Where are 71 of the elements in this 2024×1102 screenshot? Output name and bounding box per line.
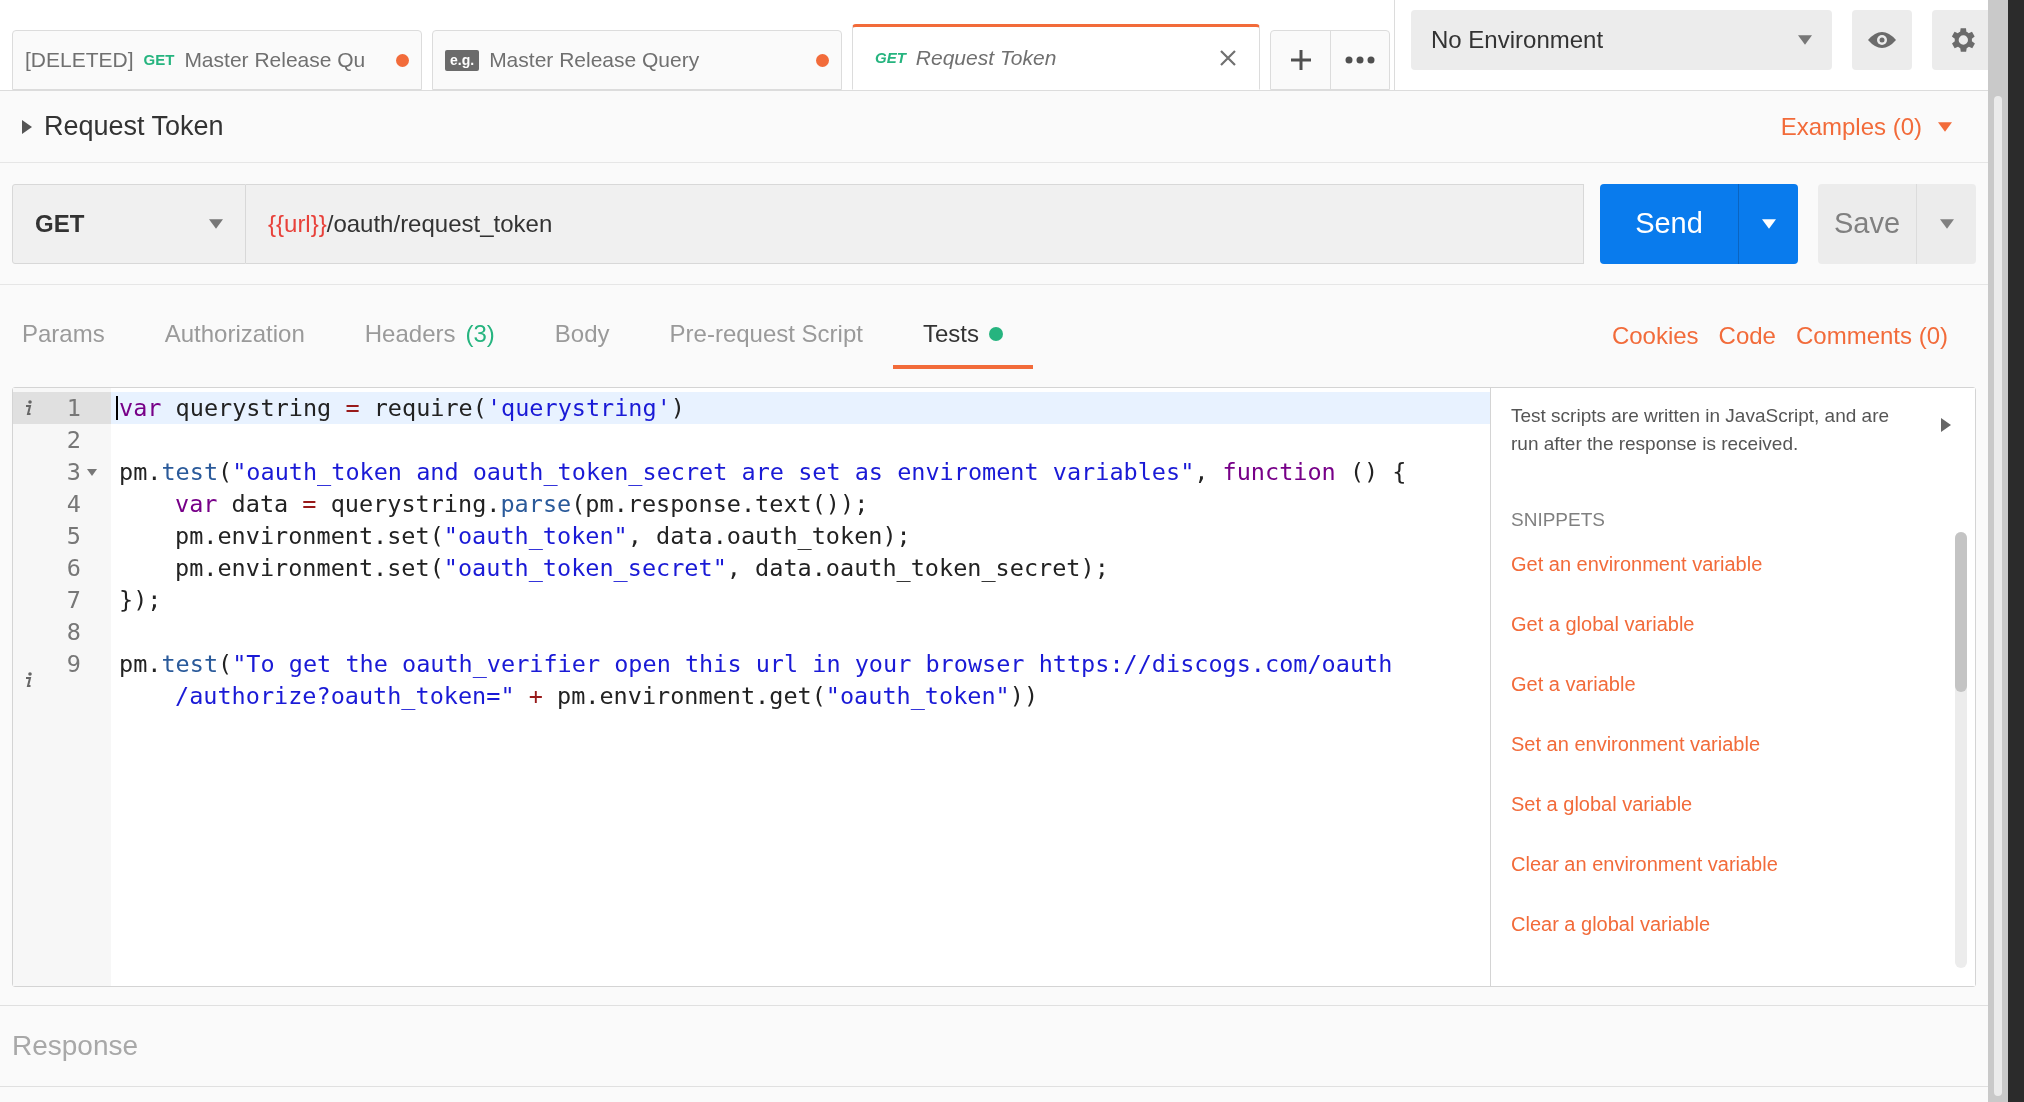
method-label: GET <box>143 49 175 70</box>
line-number: 3 <box>65 457 81 488</box>
collapse-icon[interactable] <box>1941 418 1951 432</box>
line-number: 4 <box>65 489 81 520</box>
fold-icon[interactable] <box>87 468 97 476</box>
more-icon <box>1345 56 1375 64</box>
section-tab[interactable]: Pre-request Script <box>639 303 893 369</box>
page-scrollbar[interactable] <box>1988 0 2008 1102</box>
code-line: var data = querystring.parse(pm.response.text()); <box>175 490 869 518</box>
snippet-link[interactable]: Set a global variable <box>1511 788 1955 849</box>
code-line: var querystring = require('querystring') <box>119 394 685 422</box>
section-tab[interactable]: Body <box>524 303 640 369</box>
snippet-link[interactable]: Set an environment variable <box>1511 728 1955 789</box>
caret-icon <box>1939 218 1954 229</box>
line-number: 9 <box>65 649 81 680</box>
request-link[interactable]: Comments (0) <box>1795 318 1948 354</box>
environment-dropdown[interactable]: No Environment <box>1411 10 1832 70</box>
snippet-link[interactable]: Get an environment variable <box>1511 548 1955 609</box>
section-tab[interactable]: Params <box>22 303 135 369</box>
response-heading: Response <box>12 1029 139 1063</box>
method-dropdown[interactable]: GET <box>12 183 246 264</box>
line-number: 1 <box>65 393 81 424</box>
section-tab[interactable]: Tests <box>892 303 1033 369</box>
tab-title: Master Release Qu <box>184 47 367 74</box>
snippets-heading: SNIPPETS <box>1511 508 1606 532</box>
line-number: 8 <box>65 617 81 648</box>
request-tab[interactable]: [DELETED] GET Master Release Qu <box>12 30 422 90</box>
eye-icon <box>1867 30 1897 50</box>
caret-icon <box>1938 121 1952 132</box>
tab-prefix: [DELETED] <box>25 47 134 74</box>
code-line: pm.environment.set("oauth_token", data.oauth_token); <box>175 522 911 550</box>
url-field[interactable]: {{url}}/oauth/request_token <box>246 183 1584 264</box>
code-editor[interactable] <box>13 388 1491 986</box>
request-link[interactable]: Cookies <box>1611 318 1699 354</box>
snippet-link[interactable]: Get a variable <box>1511 668 1955 729</box>
line-number: 6 <box>65 553 81 584</box>
scrollbar-thumb[interactable] <box>1955 532 1967 692</box>
code-line: pm.test("To get the oauth_verifier open this url in your browser https://discogs.com/oauth <box>119 650 1393 678</box>
caret-icon <box>1798 35 1812 45</box>
caret-icon <box>1761 218 1776 229</box>
code-line: }); <box>119 586 162 614</box>
example-badge: e.g. <box>445 49 480 71</box>
scrollbar-track[interactable] <box>1955 532 1967 968</box>
examples-dropdown[interactable]: Examples (0) <box>1780 108 1966 145</box>
code-line: pm.test("oauth_token and oauth_token_secret are set as enviroment variables", function () { <box>119 458 1407 486</box>
request-name: Request Token <box>44 110 224 144</box>
section-tab[interactable]: Headers (3) <box>334 303 525 369</box>
count-label: (3) <box>465 319 495 349</box>
description-text: Test scripts are written in JavaScript, and are run after the response is received. <box>1511 404 1891 456</box>
line-number: 5 <box>65 521 81 552</box>
eye-button[interactable] <box>1852 10 1912 70</box>
expand-icon[interactable] <box>22 119 32 134</box>
snippet-link[interactable]: Clear a global variable <box>1511 908 1955 969</box>
request-link[interactable]: Code <box>1718 318 1776 354</box>
url-text: {{url}}/oauth/request_token <box>268 208 553 239</box>
plus-icon <box>1288 48 1313 72</box>
close-icon[interactable] <box>1219 49 1237 67</box>
section-tab[interactable]: Authorization <box>134 303 335 369</box>
line-number: 2 <box>65 425 81 456</box>
snippet-link[interactable]: Clear an environment variable <box>1511 848 1955 909</box>
text-cursor <box>116 396 118 420</box>
tab-title: Master Release Query <box>489 47 701 74</box>
snippet-link[interactable]: Get a global variable <box>1511 608 1955 669</box>
caret-icon <box>209 218 223 229</box>
code-line: /authorize?oauth_token=" + pm.environment.get("oauth_token")) <box>175 682 1039 710</box>
line-number: 7 <box>65 585 81 616</box>
method-label: GET <box>875 47 906 68</box>
code-line: pm.environment.set("oauth_token_secret", data.oauth_token_secret); <box>175 554 1109 582</box>
tab-title: Request Token <box>915 45 1058 72</box>
request-tab[interactable]: e.g. Master Release Query <box>432 30 842 90</box>
request-tab[interactable]: GET Request Token <box>852 24 1260 90</box>
